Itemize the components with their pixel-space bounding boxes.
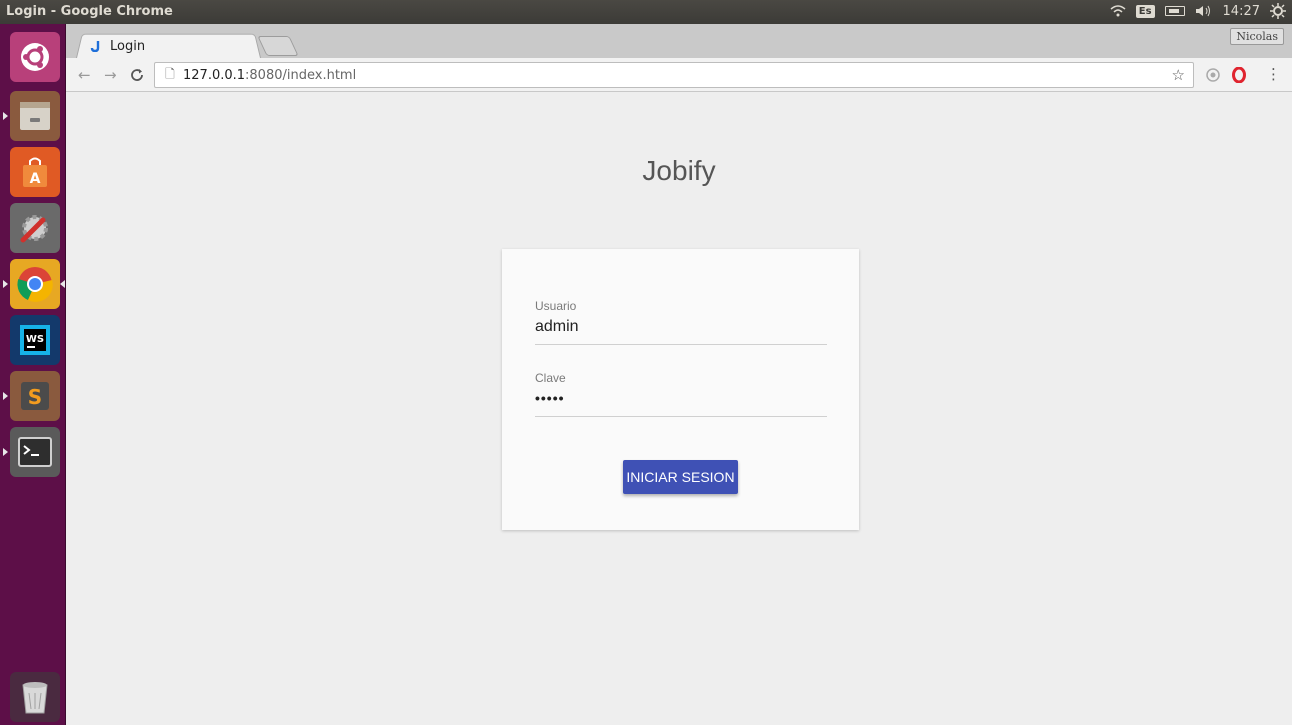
reload-icon[interactable] xyxy=(130,68,144,82)
launcher-terminal[interactable] xyxy=(10,427,60,477)
indicator-area: Es 14:27 xyxy=(1110,3,1286,19)
clock[interactable]: 14:27 xyxy=(1223,4,1260,19)
launcher-sublime-text[interactable]: S xyxy=(10,371,60,421)
volume-icon[interactable] xyxy=(1195,4,1213,18)
launcher-files[interactable] xyxy=(10,91,60,141)
forward-arrow-icon[interactable]: → xyxy=(104,66,117,84)
launcher-software-center[interactable]: A xyxy=(10,147,60,197)
tab-strip: Login × Nicolas xyxy=(66,24,1292,58)
password-input[interactable]: ••••• xyxy=(535,390,827,416)
menu-kebab-icon[interactable]: ⋮ xyxy=(1266,65,1281,83)
chrome-icon xyxy=(17,267,53,302)
browser-window: Login × Nicolas ← → 🗋 127.0.0.1 :8080/in… xyxy=(66,24,1292,725)
page-info-icon[interactable]: 🗋 xyxy=(163,67,177,82)
tab-title: Login xyxy=(110,38,146,54)
ubuntu-logo-icon xyxy=(21,43,49,71)
tab-login[interactable]: Login × xyxy=(90,34,274,58)
tab-favicon-icon xyxy=(90,41,100,52)
back-arrow-icon[interactable]: ← xyxy=(78,66,91,84)
extension-icon[interactable] xyxy=(1206,68,1220,82)
profile-button[interactable]: Nicolas xyxy=(1230,28,1284,45)
login-card: Usuario admin Clave ••••• INICIAR SESION xyxy=(502,249,859,530)
running-indicator xyxy=(3,112,8,120)
page-title: Jobify xyxy=(642,155,716,186)
launcher-webstorm[interactable]: WS xyxy=(10,315,60,365)
svg-text:A: A xyxy=(30,171,41,187)
address-bar[interactable]: 🗋 127.0.0.1 :8080/index.html ☆ xyxy=(154,62,1194,88)
password-label: Clave xyxy=(535,371,566,385)
webstorm-icon: WS xyxy=(20,325,50,355)
launcher-system-settings[interactable] xyxy=(10,203,60,253)
url-path: :8080/index.html xyxy=(245,67,357,83)
file-cabinet-icon xyxy=(20,102,50,130)
terminal-icon xyxy=(18,437,52,467)
unity-launcher: A WS S xyxy=(0,24,66,725)
opera-extension-icon[interactable] xyxy=(1232,67,1246,83)
bookmark-star-icon[interactable]: ☆ xyxy=(1172,66,1185,84)
login-button[interactable]: INICIAR SESION xyxy=(623,460,738,494)
trash-icon xyxy=(22,682,48,714)
battery-icon[interactable] xyxy=(1164,6,1185,16)
shopping-bag-icon: A xyxy=(23,157,47,187)
running-indicator xyxy=(3,280,8,288)
active-indicator xyxy=(60,280,65,288)
running-indicator xyxy=(3,392,8,400)
password-field[interactable]: Clave ••••• xyxy=(535,371,827,417)
wifi-icon[interactable] xyxy=(1110,4,1126,18)
username-field[interactable]: Usuario admin xyxy=(535,299,827,345)
launcher-ubuntu-dash[interactable] xyxy=(10,32,60,82)
settings-gear-icon[interactable] xyxy=(1270,3,1286,19)
keyboard-layout-indicator[interactable]: Es xyxy=(1135,4,1155,18)
launcher-trash[interactable] xyxy=(10,672,60,722)
launcher-chrome[interactable] xyxy=(10,259,60,309)
username-label: Usuario xyxy=(535,299,577,313)
page-viewport: Jobify Usuario admin Clave ••••• INICIAR… xyxy=(66,93,1292,725)
wrench-gear-icon xyxy=(20,215,48,243)
window-title: Login - Google Chrome xyxy=(6,4,173,19)
sublime-icon: S xyxy=(21,382,49,410)
browser-toolbar: ← → 🗋 127.0.0.1 :8080/index.html ☆ ⋮ xyxy=(66,58,1292,92)
system-top-panel: Login - Google Chrome Es 14:27 xyxy=(0,0,1292,24)
svg-text:WS: WS xyxy=(26,334,44,345)
svg-text:S: S xyxy=(28,385,42,409)
url-host: 127.0.0.1 xyxy=(183,67,246,83)
username-input[interactable]: admin xyxy=(535,318,827,344)
running-indicator xyxy=(3,448,8,456)
